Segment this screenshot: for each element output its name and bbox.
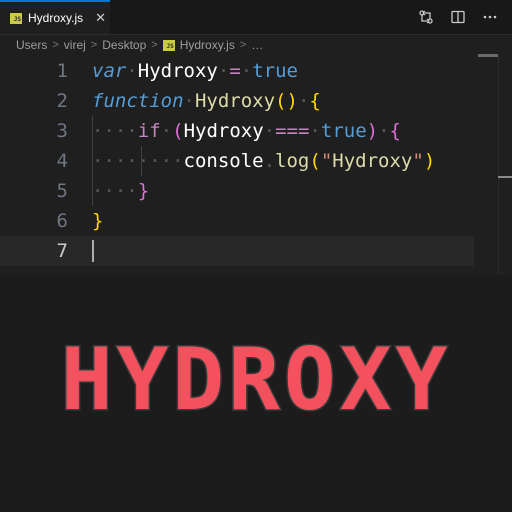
tab-bar: JS Hydroxy.js ✕: [0, 0, 512, 35]
vertical-scrollbar[interactable]: [498, 56, 512, 275]
code-line: 5 ····}: [0, 176, 512, 206]
string-literal: Hydroxy: [332, 150, 413, 172]
editor-window: JS Hydroxy.js ✕ Users > virej > Desktop …: [0, 0, 512, 275]
code-text: ····}: [92, 180, 150, 202]
tab-label: Hydroxy.js: [28, 11, 84, 25]
breadcrumb-file[interactable]: JS Hydroxy.js: [162, 38, 235, 52]
method-name: log: [275, 150, 310, 172]
code-text: function·Hydroxy()·{: [92, 90, 321, 112]
code-line: 4 ········console.log("Hydroxy"): [0, 146, 512, 176]
line-number: 6: [56, 210, 68, 232]
chevron-right-icon: >: [90, 39, 98, 51]
banner-title: HYDROXY: [59, 329, 452, 432]
code-line: 1 var·Hydroxy·=·true: [0, 56, 512, 86]
operator: ===: [275, 120, 310, 142]
minimap[interactable]: [478, 54, 498, 57]
breadcrumb-ellipsis[interactable]: …: [251, 38, 263, 52]
split-editor-icon[interactable]: [450, 9, 466, 25]
parens: (): [275, 90, 298, 112]
identifier: Hydroxy: [137, 60, 218, 82]
line-number: 2: [56, 90, 68, 112]
keyword-var: var: [92, 60, 127, 82]
line-number: 7: [56, 240, 68, 262]
code-text: ········console.log("Hydroxy"): [92, 150, 436, 172]
line-number: 5: [56, 180, 68, 202]
breadcrumb-users[interactable]: Users: [16, 38, 47, 52]
operator: =: [229, 60, 241, 82]
more-actions-icon[interactable]: [482, 9, 498, 25]
editor-actions: [418, 0, 498, 34]
breadcrumb-virej[interactable]: virej: [64, 38, 86, 52]
breadcrumb-filename: Hydroxy.js: [179, 38, 235, 52]
keyword-if: if: [137, 120, 161, 142]
chevron-right-icon: >: [239, 39, 247, 51]
scrollbar-cursor-marker: [498, 176, 512, 178]
code-line: 2 function·Hydroxy()·{: [0, 86, 512, 116]
close-brace: }: [92, 210, 104, 232]
code-text: ····if·(Hydroxy·===·true)·{: [92, 120, 401, 142]
js-file-icon: JS: [10, 12, 22, 24]
open-paren: (: [172, 120, 184, 142]
open-brace: {: [309, 90, 321, 112]
line-number: 1: [56, 60, 68, 82]
chevron-right-icon: >: [151, 39, 158, 51]
line-number: 3: [56, 120, 68, 142]
current-line[interactable]: 7: [0, 236, 474, 266]
tab-hydroxy-js[interactable]: JS Hydroxy.js ✕: [0, 0, 110, 34]
breadcrumb: Users > virej > Desktop > JS Hydroxy.js …: [16, 34, 263, 56]
close-brace: }: [137, 180, 150, 202]
member-dot: .: [263, 150, 276, 172]
boolean-literal: true: [320, 120, 367, 142]
chevron-right-icon: >: [52, 39, 59, 51]
open-paren: (: [309, 150, 321, 172]
open-brace: {: [389, 120, 401, 142]
js-file-icon: JS: [162, 39, 175, 51]
close-paren: ): [366, 120, 379, 142]
boolean-literal: true: [252, 60, 298, 82]
text-cursor: [92, 240, 94, 262]
breadcrumb-desktop[interactable]: Desktop: [102, 38, 146, 52]
compare-changes-icon[interactable]: [418, 9, 434, 25]
keyword-function: function: [92, 90, 184, 112]
identifier: console: [183, 150, 264, 172]
close-paren: ): [423, 150, 436, 172]
identifier: Hydroxy: [183, 120, 264, 142]
function-name: Hydroxy: [194, 90, 276, 112]
quote: ": [412, 150, 424, 172]
quote: ": [320, 150, 333, 172]
line-number: 4: [56, 150, 68, 172]
code-text: }: [92, 206, 103, 236]
code-line: 6 }: [0, 206, 512, 236]
code-line: 3 ····if·(Hydroxy·===·true)·{: [0, 116, 512, 146]
code-text: var·Hydroxy·=·true: [92, 60, 298, 82]
close-icon[interactable]: ✕: [95, 10, 106, 26]
code-area[interactable]: 1 var·Hydroxy·=·true 2 function·Hydroxy(…: [0, 56, 512, 266]
